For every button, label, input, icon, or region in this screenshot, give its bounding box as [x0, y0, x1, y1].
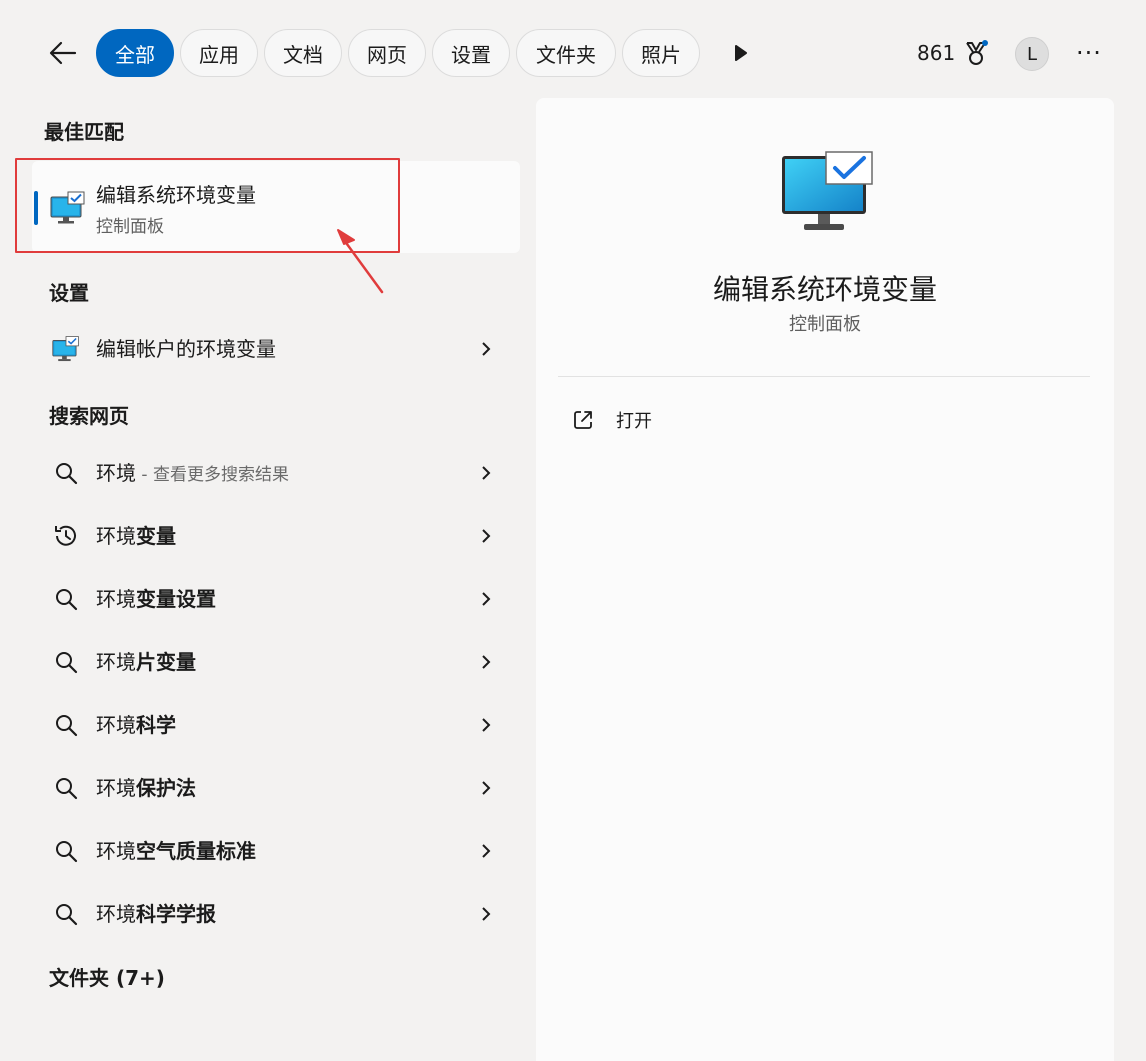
chevron-right-icon [478, 839, 494, 863]
back-button[interactable] [40, 30, 86, 76]
search-icon [56, 463, 78, 485]
chevron-right-icon [478, 524, 494, 548]
chevron-right-icon [478, 650, 494, 674]
web-search-item[interactable]: 环境 - 查看更多搜索结果 [40, 445, 520, 501]
search-icon [56, 589, 78, 611]
chevron-right-icon [478, 776, 494, 800]
search-icon [56, 652, 78, 674]
search-header: 全部 应用 文档 网页 设置 文件夹 照片 861 L ··· [0, 0, 1146, 100]
web-search-item[interactable]: 环境变量 [40, 508, 520, 564]
tab-documents[interactable]: 文档 [264, 29, 342, 77]
detail-pane: 编辑系统环境变量 控制面板 打开 [536, 98, 1114, 1061]
arrow-left-icon [49, 41, 77, 65]
suggestion-text: 科学 [136, 713, 176, 737]
tab-folders[interactable]: 文件夹 [516, 29, 616, 77]
chevron-right-icon [478, 713, 494, 737]
chevron-right-icon [478, 337, 494, 361]
divider [558, 376, 1090, 377]
search-icon [56, 778, 78, 800]
query-text: 环境 [96, 461, 136, 485]
tab-apps[interactable]: 应用 [180, 29, 258, 77]
web-search-item[interactable]: 环境变量设置 [40, 571, 520, 627]
chevron-right-icon [478, 587, 494, 611]
suggestion-text: 变量设置 [136, 587, 216, 611]
tab-settings[interactable]: 设置 [432, 29, 510, 77]
detail-title: 编辑系统环境变量 [712, 273, 937, 306]
suggestion-text: 空气质量标准 [136, 839, 256, 863]
more-options-button[interactable]: ··· [1072, 38, 1106, 68]
chevron-right-icon [478, 902, 494, 926]
query-text: 环境 [96, 902, 136, 926]
settings-item-label: 编辑帐户的环境变量 [96, 337, 276, 361]
section-best-match: 最佳匹配 [44, 120, 124, 144]
query-text: 环境 [96, 713, 136, 737]
tab-all[interactable]: 全部 [96, 29, 174, 77]
query-text: 环境 [96, 524, 136, 548]
more-results-hint: - 查看更多搜索结果 [136, 465, 289, 485]
play-icon [735, 45, 747, 61]
history-icon [55, 525, 76, 546]
open-label: 打开 [616, 411, 652, 432]
suggestion-text: 变量 [136, 524, 176, 548]
web-search-item[interactable]: 环境科学学报 [40, 886, 520, 942]
search-icon [56, 841, 78, 863]
annotation-arrow [337, 229, 384, 294]
web-search-item[interactable]: 环境科学 [40, 697, 520, 753]
query-text: 环境 [96, 650, 136, 674]
query-text: 环境 [96, 776, 136, 800]
query-text: 环境 [96, 839, 136, 863]
suggestion-text: 保护法 [136, 776, 196, 800]
monitor-check-icon [52, 336, 79, 362]
open-external-icon [574, 411, 592, 429]
monitor-check-icon [782, 151, 873, 230]
suggestion-text: 科学学报 [136, 902, 216, 926]
tab-photos[interactable]: 照片 [622, 29, 700, 77]
suggestion-text: 片变量 [136, 650, 196, 674]
open-button[interactable]: 打开 [572, 402, 772, 438]
web-search-item[interactable]: 环境空气质量标准 [40, 823, 520, 879]
rewards-medal-icon [966, 40, 988, 65]
web-search-item[interactable]: 环境保护法 [40, 760, 520, 816]
avatar[interactable]: L [1015, 37, 1049, 71]
search-icon [56, 904, 78, 926]
tab-web[interactable]: 网页 [348, 29, 426, 77]
section-web-search: 搜索网页 [49, 404, 129, 428]
more-tabs-button[interactable] [726, 38, 756, 68]
rewards-points[interactable]: 861 [917, 39, 955, 67]
chevron-right-icon [478, 461, 494, 485]
search-icon [56, 715, 78, 737]
web-search-item[interactable]: 环境片变量 [40, 634, 520, 690]
section-folders[interactable]: 文件夹 (7+) [49, 962, 165, 991]
settings-item-edit-account-env[interactable]: 编辑帐户的环境变量 [40, 321, 520, 377]
section-settings: 设置 [49, 281, 89, 305]
detail-subtitle: 控制面板 [789, 314, 861, 335]
rewards-button[interactable] [961, 38, 991, 68]
query-text: 环境 [96, 587, 136, 611]
